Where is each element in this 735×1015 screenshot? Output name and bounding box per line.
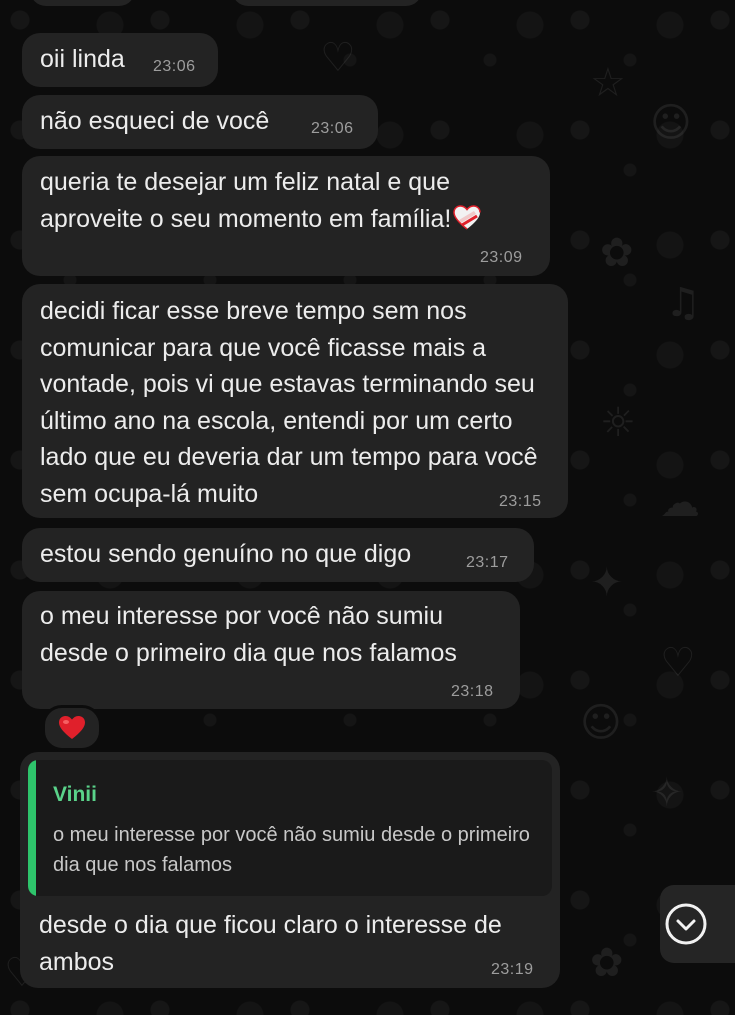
quote-accent-bar — [28, 760, 36, 896]
message-timestamp: 23:19 — [491, 961, 534, 978]
message-timestamp: 23:15 — [499, 493, 542, 510]
message-text: desde o dia que ficou claro o interesse … — [39, 911, 502, 976]
mending-heart-icon — [453, 204, 482, 230]
quoted-message[interactable]: Vinii o meu interesse por você não sumiu… — [28, 760, 552, 896]
message-timestamp: 23:09 — [480, 249, 523, 266]
message-bubble[interactable]: decidi ficar esse breve tempo sem nos co… — [22, 284, 568, 518]
message-text-content: queria te desejar um feliz natal e que a… — [40, 168, 452, 233]
red-heart-icon — [59, 716, 85, 739]
previous-messages-edge — [0, 0, 735, 8]
message-bubble[interactable]: o meu interesse por você não sumiu desde… — [22, 591, 520, 709]
message-bubble[interactable]: estou sendo genuíno no que digo 23:17 — [22, 528, 534, 582]
quote-author: Vinii — [53, 783, 97, 806]
message-bubble[interactable]: oii linda 23:06 — [22, 33, 218, 87]
message-timestamp: 23:06 — [311, 120, 354, 137]
chevron-down-circle-icon — [665, 903, 707, 945]
message-timestamp: 23:06 — [153, 58, 196, 75]
message-text: o meu interesse por você não sumiu desde… — [40, 602, 457, 667]
message-timestamp: 23:18 — [451, 683, 494, 700]
quote-text: o meu interesse por você não sumiu desde… — [53, 824, 530, 876]
message-bubble[interactable]: queria te desejar um feliz natal e que a… — [22, 156, 550, 276]
message-reaction[interactable] — [42, 705, 102, 751]
message-text: decidi ficar esse breve tempo sem nos co… — [40, 297, 538, 508]
message-timestamp: 23:17 — [466, 554, 509, 571]
scroll-to-bottom-button[interactable] — [660, 885, 735, 963]
message-text: queria te desejar um feliz natal e que a… — [40, 164, 532, 237]
message-bubble[interactable]: não esqueci de você 23:06 — [22, 95, 378, 149]
message-text: estou sendo genuíno no que digo — [40, 540, 412, 568]
